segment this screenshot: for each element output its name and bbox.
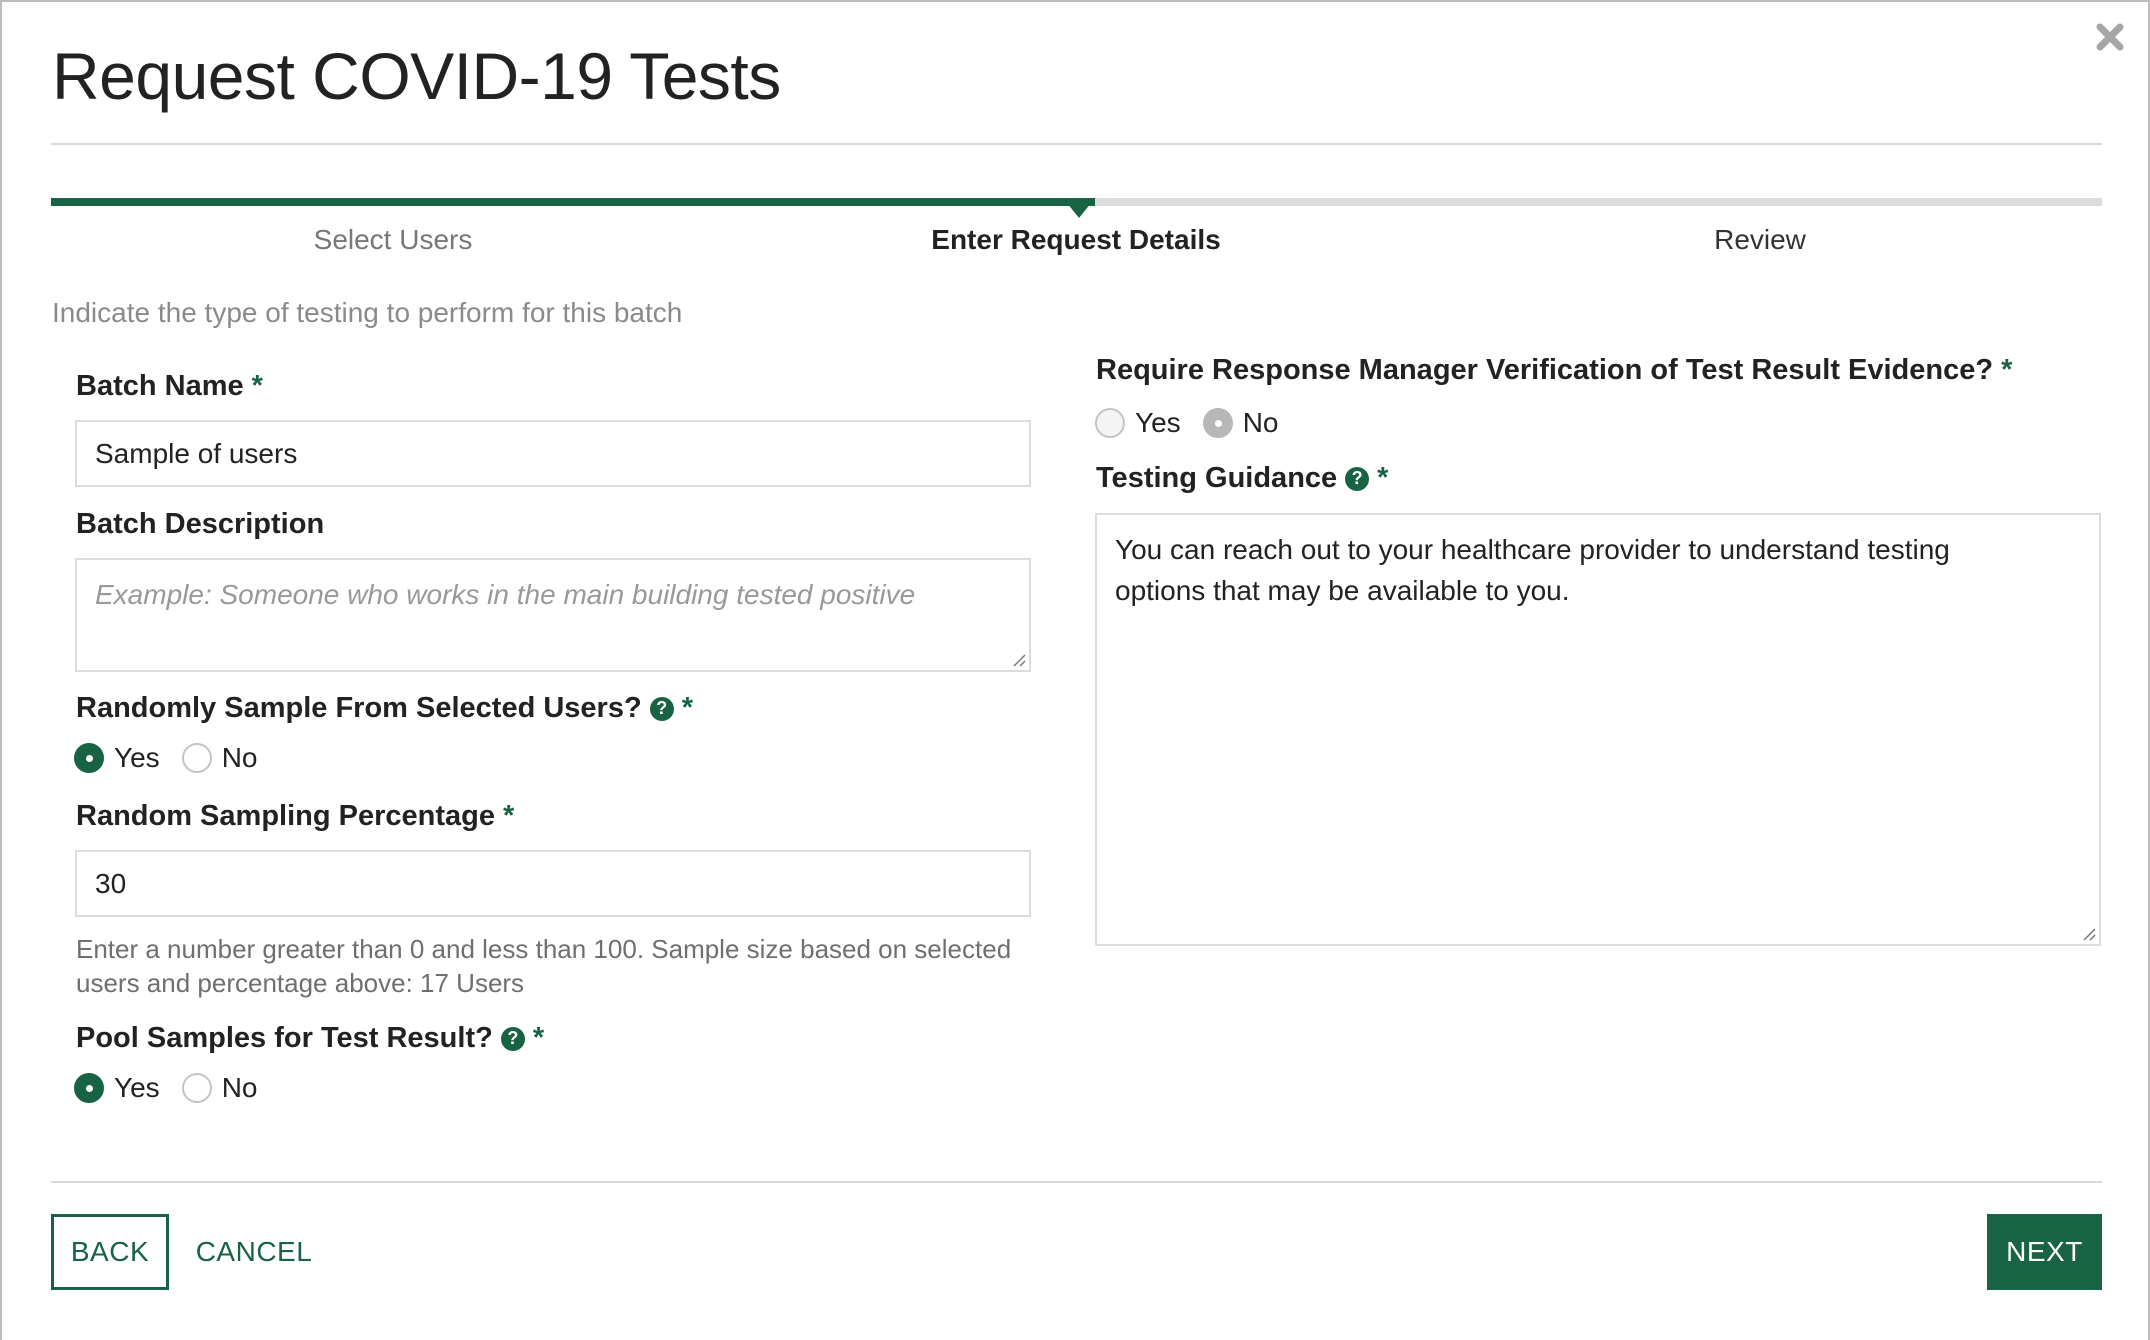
back-button[interactable]: BACK [51, 1214, 169, 1290]
step-select-users[interactable]: Select Users [51, 224, 735, 256]
radio-checked-icon [74, 743, 104, 773]
radio-label: No [221, 1072, 258, 1103]
intro-text: Indicate the type of testing to perform … [52, 297, 683, 328]
batch-name-label: Batch Name * [76, 370, 263, 403]
active-step-pointer [1063, 198, 1095, 218]
close-button[interactable] [2093, 20, 2127, 54]
testing-guidance-textarea[interactable]: You can reach out to your healthcare pro… [1095, 513, 2101, 946]
batch-description-label-text: Batch Description [76, 508, 325, 540]
sampling-percentage-label: Random Sampling Percentage * [76, 800, 514, 833]
testing-guidance-label-text: Testing Guidance [1096, 462, 1338, 494]
radio-label: No [1242, 407, 1279, 438]
radio-checked-icon [74, 1073, 104, 1103]
sampling-percentage-input[interactable]: 30 [75, 850, 1031, 917]
resize-handle-icon[interactable] [1012, 653, 1026, 667]
resize-handle-icon[interactable] [2082, 927, 2096, 941]
batch-description-label: Batch Description [76, 508, 324, 541]
radio-unchecked-icon [1095, 408, 1125, 438]
next-button[interactable]: NEXT [1987, 1214, 2102, 1290]
pool-samples-label: Pool Samples for Test Result? ? * [76, 1022, 544, 1055]
close-icon [2096, 23, 2124, 51]
pool-samples-no-radio[interactable]: No [181, 1072, 258, 1104]
help-icon[interactable]: ? [1345, 466, 1370, 491]
radio-unchecked-icon [181, 743, 212, 773]
testing-guidance-value: You can reach out to your healthcare pro… [1115, 534, 1950, 606]
step-enter-request-details: Enter Request Details [931, 224, 1221, 255]
sampling-percentage-label-text: Random Sampling Percentage [76, 800, 495, 832]
request-tests-dialog: Request COVID-19 Tests Select Users Ente… [0, 0, 2150, 1340]
require-verification-no-radio[interactable]: No [1202, 407, 1279, 439]
cancel-button[interactable]: CANCEL [192, 1214, 316, 1290]
batch-name-input[interactable]: Sample of users [75, 420, 1031, 487]
batch-description-placeholder: Example: Someone who works in the main b… [95, 579, 916, 610]
radio-label: Yes [114, 1072, 160, 1103]
pool-samples-yes-radio[interactable]: Yes [74, 1072, 160, 1104]
help-icon[interactable]: ? [500, 1026, 525, 1051]
random-sample-label: Randomly Sample From Selected Users? ? * [76, 692, 693, 725]
radio-label: Yes [114, 742, 160, 773]
require-verification-radio-group: Yes No [1095, 407, 1300, 439]
pool-samples-label-text: Pool Samples for Test Result? [76, 1022, 493, 1054]
batch-name-label-text: Batch Name [76, 370, 244, 402]
required-marker: * [681, 692, 693, 724]
dialog-title: Request COVID-19 Tests [52, 39, 781, 113]
stepper-progress-bar [51, 198, 2102, 218]
header-divider [51, 143, 2102, 145]
radio-label: No [221, 742, 258, 773]
radio-label: Yes [1135, 407, 1181, 438]
require-verification-label-text: Require Response Manager Verification of… [1096, 354, 1994, 386]
required-marker: * [532, 1022, 545, 1054]
random-sample-no-radio[interactable]: No [181, 742, 258, 774]
radio-checked-icon [1202, 408, 1233, 438]
footer-divider [51, 1181, 2102, 1183]
required-marker: * [503, 800, 515, 832]
stepper-progress-fill [51, 198, 1095, 206]
require-verification-yes-radio[interactable]: Yes [1095, 407, 1181, 439]
step-review: Review [1714, 224, 1806, 255]
help-icon[interactable]: ? [649, 696, 674, 721]
sampling-percentage-value: 30 [95, 867, 127, 899]
required-marker: * [251, 370, 263, 402]
testing-guidance-label: Testing Guidance ? * [1096, 462, 1388, 495]
random-sample-yes-radio[interactable]: Yes [74, 742, 160, 774]
random-sample-label-text: Randomly Sample From Selected Users? [76, 692, 642, 724]
required-marker: * [2001, 354, 2013, 386]
batch-description-textarea[interactable]: Example: Someone who works in the main b… [75, 558, 1031, 672]
radio-unchecked-icon [181, 1073, 212, 1103]
require-verification-label: Require Response Manager Verification of… [1096, 354, 2012, 387]
random-sample-radio-group: Yes No [74, 742, 279, 774]
sampling-percentage-helper-text: Enter a number greater than 0 and less t… [76, 934, 1012, 998]
required-marker: * [1377, 462, 1389, 494]
batch-name-value: Sample of users [95, 437, 298, 469]
pool-samples-radio-group: Yes No [74, 1072, 279, 1104]
